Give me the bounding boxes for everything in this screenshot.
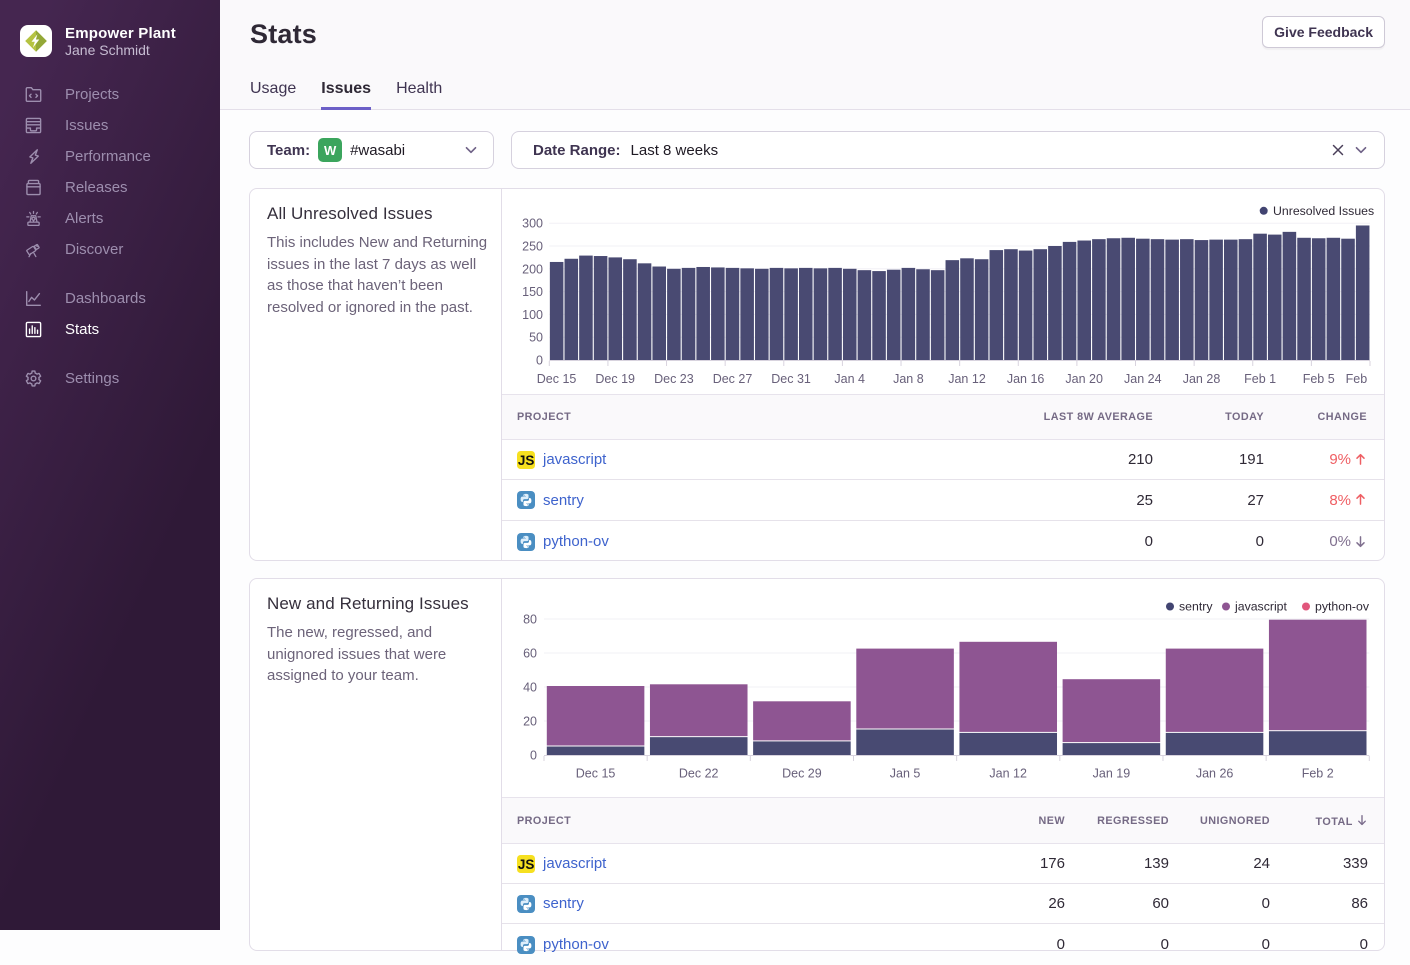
svg-text:Jan 5: Jan 5 (890, 767, 921, 781)
svg-text:200: 200 (522, 262, 543, 276)
svg-text:JS: JS (518, 857, 535, 872)
svg-text:Jan 8: Jan 8 (893, 372, 924, 386)
svg-text:0: 0 (530, 749, 537, 763)
svg-text:Jan 4: Jan 4 (834, 372, 865, 386)
svg-text:60: 60 (523, 647, 537, 661)
svg-text:Jan 12: Jan 12 (948, 372, 986, 386)
svg-text:Dec 19: Dec 19 (595, 372, 635, 386)
svg-text:Dec 29: Dec 29 (782, 767, 822, 781)
svg-text:250: 250 (522, 240, 543, 254)
svg-text:Feb 2: Feb 2 (1302, 767, 1334, 781)
svg-text:python-ov: python-ov (1315, 600, 1370, 614)
svg-text:Dec 31: Dec 31 (771, 372, 811, 386)
svg-text:Feb: Feb (1346, 372, 1368, 386)
svg-text:40: 40 (523, 681, 537, 695)
svg-text:Jan 12: Jan 12 (989, 767, 1027, 781)
svg-text:Feb 5: Feb 5 (1303, 372, 1335, 386)
svg-text:150: 150 (522, 285, 543, 299)
svg-text:Jan 16: Jan 16 (1007, 372, 1045, 386)
svg-text:Dec 23: Dec 23 (654, 372, 694, 386)
svg-text:Dec 15: Dec 15 (576, 767, 616, 781)
svg-text:100: 100 (522, 308, 543, 322)
svg-text:Jan 28: Jan 28 (1183, 372, 1221, 386)
svg-text:Jan 24: Jan 24 (1124, 372, 1162, 386)
svg-text:50: 50 (529, 331, 543, 345)
svg-text:Unresolved Issues: Unresolved Issues (1273, 204, 1374, 218)
svg-text:Jan 20: Jan 20 (1065, 372, 1103, 386)
svg-text:Dec 27: Dec 27 (713, 372, 753, 386)
svg-text:JS: JS (518, 453, 535, 468)
svg-text:Jan 19: Jan 19 (1093, 767, 1131, 781)
svg-text:20: 20 (523, 715, 537, 729)
svg-text:80: 80 (523, 613, 537, 627)
svg-text:javascript: javascript (1234, 600, 1288, 614)
svg-text:300: 300 (522, 217, 543, 231)
svg-text:Jan 26: Jan 26 (1196, 767, 1234, 781)
svg-text:Dec 15: Dec 15 (537, 372, 577, 386)
svg-text:Dec 22: Dec 22 (679, 767, 719, 781)
svg-text:sentry: sentry (1179, 600, 1213, 614)
svg-text:Feb 1: Feb 1 (1244, 372, 1276, 386)
svg-text:0: 0 (536, 354, 543, 368)
